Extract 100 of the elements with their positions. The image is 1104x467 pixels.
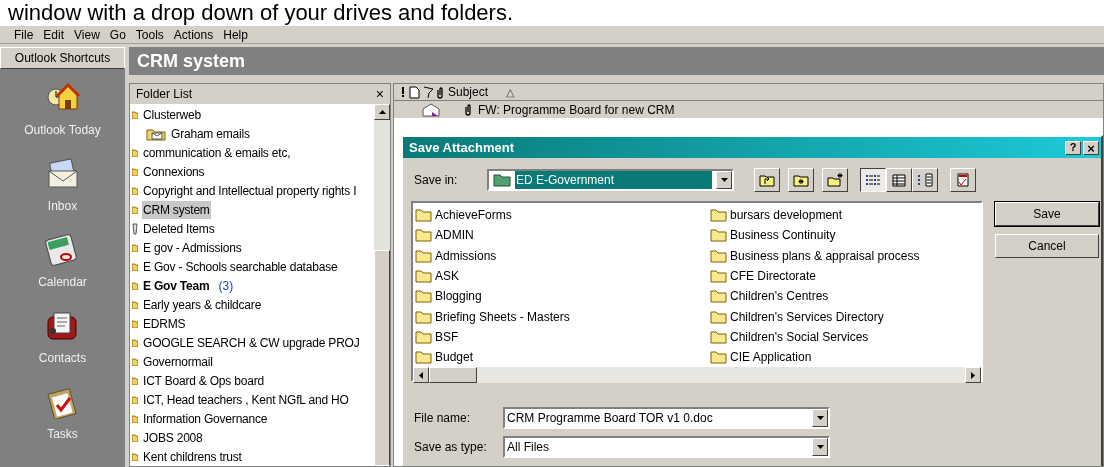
close-button[interactable]: × <box>1083 140 1099 155</box>
properties-view-button[interactable] <box>912 168 938 192</box>
list-view-icon <box>865 173 881 187</box>
folder-entry[interactable]: bursars development <box>730 206 843 225</box>
folder-item[interactable]: Graham emails <box>170 124 251 143</box>
folder-icon <box>132 357 138 366</box>
scrollbar[interactable] <box>374 104 390 466</box>
shortcut-label[interactable]: Contacts <box>38 349 87 367</box>
shortcut-label[interactable]: Outlook Today <box>24 121 101 139</box>
folder-icon <box>415 329 432 344</box>
close-button[interactable]: × <box>375 87 384 101</box>
new-folder-icon <box>827 173 843 187</box>
dialog-button[interactable]: Cancel <box>995 234 1099 258</box>
folder-entry[interactable]: BSF <box>435 327 459 346</box>
folder-icon <box>132 319 138 328</box>
folder-item[interactable]: EDRMS <box>142 314 187 333</box>
folder-item[interactable]: Early years & childcare <box>142 295 263 314</box>
folder-item[interactable]: CRM system <box>142 200 211 219</box>
folder-icon <box>415 228 432 243</box>
folder-icon <box>132 376 138 385</box>
file-name-field[interactable]: CRM Programme Board TOR v1 0.doc <box>503 407 830 429</box>
favorites-button[interactable] <box>788 168 814 192</box>
folder-entry[interactable]: Children's Services Directory <box>730 307 884 326</box>
dropdown-arrow-icon <box>720 178 728 182</box>
scroll-left-button[interactable] <box>413 367 429 384</box>
folder-entry[interactable]: Business Continuity <box>730 226 836 245</box>
folder-item[interactable]: Clusterweb <box>142 105 203 124</box>
details-view-button[interactable] <box>886 168 912 192</box>
importance-icon <box>400 86 406 98</box>
folder-item[interactable]: Information Governance <box>142 409 269 428</box>
folder-icon <box>415 248 432 263</box>
folder-icon <box>710 208 727 223</box>
folder-icon <box>132 186 138 195</box>
folder-entry[interactable]: CIE Application <box>730 348 812 367</box>
folder-icon <box>132 433 138 442</box>
menu-item[interactable]: Go <box>109 25 126 44</box>
menu-item[interactable]: Tools <box>135 25 164 44</box>
dialog-title: Save Attachment <box>409 138 514 157</box>
folder-item[interactable]: JOBS 2008 <box>142 428 204 447</box>
details-view-icon <box>891 173 907 187</box>
folder-icon <box>415 269 432 284</box>
caption-text: window with a drop down of your drives and folders. <box>7 0 514 26</box>
column-header[interactable]: Subject <box>448 83 489 101</box>
folder-entry[interactable]: Business plans & appraisal process <box>730 246 920 265</box>
field-label: Save in: <box>413 172 459 189</box>
folder-entry[interactable]: ASK <box>435 267 459 286</box>
shortcut-label[interactable]: Tasks <box>47 425 78 443</box>
folder-entry[interactable]: Budget <box>435 348 474 367</box>
up-folder-button[interactable] <box>754 168 780 192</box>
shortcuts-header[interactable]: Outlook Shortcuts <box>0 47 125 69</box>
folder-item[interactable]: Governormail <box>142 352 214 371</box>
list-view-button[interactable] <box>860 168 886 192</box>
folder-icon <box>132 205 138 214</box>
shortcut-label[interactable]: Calendar <box>38 273 87 291</box>
up-arrow-icon <box>378 110 386 114</box>
folder-entry[interactable]: Children's Social Services <box>730 327 869 346</box>
folder-item[interactable]: GOOGLE SEARCH & CW upgrade PROJ <box>142 333 361 352</box>
folder-title: CRM system <box>129 47 1104 75</box>
folder-item[interactable]: Deleted Items <box>142 219 216 238</box>
folder-entry[interactable]: Admissions <box>435 246 497 265</box>
folder-entry[interactable]: Blogging <box>435 287 482 306</box>
folder-icon <box>132 110 138 119</box>
folder-icon <box>132 262 138 271</box>
folder-item[interactable]: ICT, Head teachers , Kent NGfL and HO <box>142 390 350 409</box>
folder-entry[interactable]: ADMIN <box>435 226 474 245</box>
menu-item[interactable]: Help <box>223 25 248 44</box>
menu-item[interactable]: View <box>74 25 100 44</box>
help-button[interactable]: ? <box>1065 140 1081 155</box>
folder-icon <box>710 329 727 344</box>
folder-entry[interactable]: Children's Centres <box>730 287 829 306</box>
folder-item[interactable]: Copyright and Intellectual property rights I <box>142 181 358 200</box>
folder-icon <box>415 309 432 324</box>
folder-entry[interactable]: AchieveForms <box>435 206 512 225</box>
horizontal-scrollbar[interactable] <box>413 367 981 384</box>
folder-item[interactable]: Connexions <box>142 162 206 181</box>
folder-item[interactable]: E Gov Team <box>142 276 211 295</box>
menu-item[interactable]: Edit <box>43 25 65 44</box>
new-folder-button[interactable] <box>822 168 848 192</box>
folder-item[interactable]: communication & emails etc, <box>142 143 292 162</box>
scroll-right-button[interactable] <box>965 367 981 384</box>
folder-item[interactable]: ICT Board & Ops board <box>142 371 265 390</box>
file-type-dropdown[interactable]: All Files <box>503 436 830 458</box>
scroll-up-button[interactable] <box>374 104 390 120</box>
folder-icon <box>132 148 138 157</box>
tools-button[interactable] <box>950 168 976 192</box>
folder-dropdown[interactable]: ED E-Government <box>487 169 734 191</box>
folder-item[interactable]: E Gov - Schools searchable database <box>142 257 339 276</box>
dialog-button[interactable]: Save <box>995 202 1099 226</box>
folder-icon <box>710 309 727 324</box>
shortcut-label[interactable]: Inbox <box>47 197 78 215</box>
dropdown-arrow-icon <box>816 445 824 449</box>
scroll-thumb[interactable] <box>429 367 477 384</box>
menu-item[interactable]: Actions <box>173 25 214 44</box>
folder-entry[interactable]: Briefing Sheets - Masters <box>435 307 570 326</box>
folder-item[interactable]: Kent childrens trust <box>142 447 243 466</box>
folder-icon <box>415 208 432 223</box>
folder-item[interactable]: E gov - Admissions <box>142 238 243 257</box>
menu-item[interactable]: File <box>14 25 34 44</box>
scroll-thumb[interactable] <box>374 250 390 466</box>
folder-entry[interactable]: CFE Directorate <box>730 267 817 286</box>
